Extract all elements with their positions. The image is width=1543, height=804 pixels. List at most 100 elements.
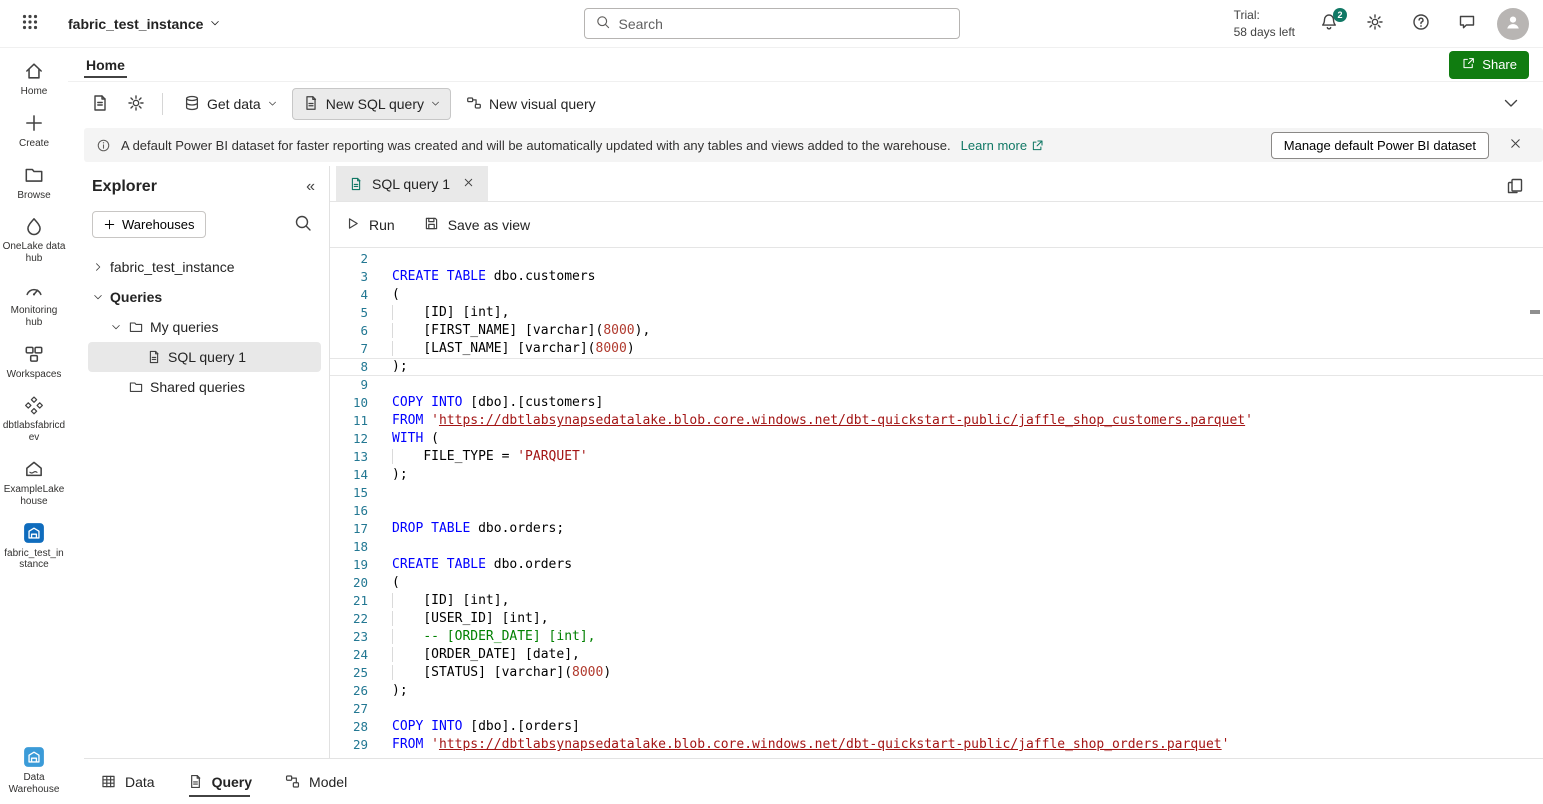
info-icon (96, 138, 111, 153)
rail-item-home[interactable]: Home (2, 60, 66, 98)
line-number: 18 (330, 538, 368, 556)
view-tab-model[interactable]: Model (284, 759, 347, 804)
code-line-20[interactable]: 20( (330, 574, 1543, 592)
copy-button[interactable] (1499, 171, 1531, 203)
create-icon (23, 112, 45, 134)
chevron-down-icon[interactable] (110, 321, 122, 333)
code-line-9[interactable]: 9 (330, 376, 1543, 394)
view-tab-data[interactable]: Data (100, 759, 155, 804)
ribbon-tab-row: Home Share (68, 48, 1543, 82)
rail-item-onelake-data-hub[interactable]: OneLake data hub (2, 215, 66, 265)
get-data-button[interactable]: Get data (173, 88, 288, 120)
warehouse-settings-button[interactable] (120, 88, 152, 120)
tree-item-label: Shared queries (150, 379, 245, 395)
chevron-down-icon (267, 96, 278, 112)
tree-item-queries[interactable]: Queries (88, 282, 321, 312)
add-warehouses-button[interactable]: Warehouses (92, 211, 206, 238)
code-line-6[interactable]: 6 [FIRST_NAME] [varchar](8000), (330, 322, 1543, 340)
share-button[interactable]: Share (1449, 51, 1529, 79)
global-search[interactable] (584, 8, 960, 39)
account-avatar[interactable] (1497, 8, 1529, 40)
chevron-right-icon[interactable] (92, 261, 104, 273)
line-number: 4 (330, 286, 368, 304)
new-visual-query-button[interactable]: New visual query (455, 88, 606, 120)
code-line-18[interactable]: 18 (330, 538, 1543, 556)
code-line-27[interactable]: 27 (330, 700, 1543, 718)
tab-home[interactable]: Home (84, 52, 127, 78)
rail-item-dbtlabsfabricdev[interactable]: dbtlabsfabricdev (2, 394, 66, 444)
new-sql-query-button[interactable]: New SQL query (292, 88, 451, 120)
code-line-5[interactable]: 5 [ID] [int], (330, 304, 1543, 322)
save-as-view-button[interactable]: Save as view (423, 215, 530, 235)
code-line-11[interactable]: 11FROM 'https://dbtlabsynapsedatalake.bl… (330, 412, 1543, 430)
chevron-down-icon (209, 16, 221, 32)
code-line-15[interactable]: 15 (330, 484, 1543, 502)
rail-item-workspaces[interactable]: Workspaces (2, 343, 66, 381)
code-line-23[interactable]: 23 -- [ORDER_DATE] [int], (330, 628, 1543, 646)
code-line-13[interactable]: 13 FILE_TYPE = 'PARQUET' (330, 448, 1543, 466)
banner-close-button[interactable] (1499, 129, 1531, 161)
close-tab-button[interactable] (458, 174, 478, 194)
tree-item-shared-queries[interactable]: Shared queries (88, 372, 321, 402)
line-number: 5 (330, 304, 368, 322)
code-line-19[interactable]: 19CREATE TABLE dbo.orders (330, 556, 1543, 574)
editor-tab-sql-query-1[interactable]: SQL query 1 (336, 166, 488, 201)
code-line-17[interactable]: 17DROP TABLE dbo.orders; (330, 520, 1543, 538)
code-line-4[interactable]: 4( (330, 286, 1543, 304)
line-number: 14 (330, 466, 368, 484)
rail-item-browse[interactable]: Browse (2, 164, 66, 202)
code-line-29[interactable]: 29FROM 'https://dbtlabsynapsedatalake.bl… (330, 736, 1543, 754)
code-text: ( (368, 286, 1543, 304)
close-icon (1508, 136, 1523, 154)
settings-button[interactable] (1359, 8, 1391, 40)
help-button[interactable] (1405, 8, 1437, 40)
plus-icon (103, 218, 116, 231)
new-report-button[interactable] (84, 88, 116, 120)
tree-item-sql-query-1[interactable]: SQL query 1 (88, 342, 321, 372)
code-line-7[interactable]: 7 [LAST_NAME] [varchar](8000) (330, 340, 1543, 358)
code-line-22[interactable]: 22 [USER_ID] [int], (330, 610, 1543, 628)
learn-more-link[interactable]: Learn more (961, 138, 1045, 153)
line-number: 23 (330, 628, 368, 646)
query-editor-area: SQL query 1 Run (330, 166, 1543, 758)
view-tab-query[interactable]: Query (187, 759, 252, 804)
code-line-25[interactable]: 25 [STATUS] [varchar](8000) (330, 664, 1543, 682)
app-launcher-button[interactable] (14, 8, 46, 40)
code-line-21[interactable]: 21 [ID] [int], (330, 592, 1543, 610)
code-line-24[interactable]: 24 [ORDER_DATE] [date], (330, 646, 1543, 664)
manage-dataset-button[interactable]: Manage default Power BI dataset (1271, 132, 1489, 159)
collapse-explorer-button[interactable]: « (306, 178, 315, 196)
rail-item-data-warehouse[interactable]: Data Warehouse (2, 746, 66, 796)
line-number: 24 (330, 646, 368, 664)
rail-item-examplelakehouse[interactable]: ExampleLakehouse (2, 458, 66, 508)
code-line-10[interactable]: 10COPY INTO [dbo].[customers] (330, 394, 1543, 412)
rail-item-label: Browse (17, 190, 50, 202)
code-line-3[interactable]: 3CREATE TABLE dbo.customers (330, 268, 1543, 286)
sql-code-editor[interactable]: 23CREATE TABLE dbo.customers4(5 [ID] [in… (330, 248, 1543, 758)
search-input[interactable] (619, 16, 949, 32)
code-line-26[interactable]: 26); (330, 682, 1543, 700)
tree-item-fabric-test-instance[interactable]: fabric_test_instance (88, 252, 321, 282)
code-line-2[interactable]: 2 (330, 250, 1543, 268)
notifications-button[interactable]: 2 (1313, 8, 1345, 40)
rail-item-create[interactable]: Create (2, 112, 66, 150)
rail-item-fabric-test-instance[interactable]: fabric_test_instance (2, 522, 66, 572)
tree-item-label: SQL query 1 (168, 349, 246, 365)
line-number: 26 (330, 682, 368, 700)
explorer-search-button[interactable] (287, 208, 319, 240)
run-button[interactable]: Run (344, 215, 395, 235)
rail-item-monitoring-hub[interactable]: Monitoring hub (2, 279, 66, 329)
line-number: 21 (330, 592, 368, 610)
chevron-down-icon[interactable] (92, 291, 104, 303)
feedback-button[interactable] (1451, 8, 1483, 40)
ribbon-collapse-button[interactable] (1495, 88, 1527, 120)
code-text: FROM 'https://dbtlabsynapsedatalake.blob… (368, 736, 1543, 754)
scrollbar-marker[interactable] (1530, 310, 1540, 314)
code-line-16[interactable]: 16 (330, 502, 1543, 520)
code-line-14[interactable]: 14); (330, 466, 1543, 484)
code-line-8[interactable]: 8); (330, 358, 1543, 376)
tree-item-my-queries[interactable]: My queries (88, 312, 321, 342)
code-line-12[interactable]: 12WITH ( (330, 430, 1543, 448)
workspace-switcher[interactable]: fabric_test_instance (68, 16, 221, 32)
code-line-28[interactable]: 28COPY INTO [dbo].[orders] (330, 718, 1543, 736)
